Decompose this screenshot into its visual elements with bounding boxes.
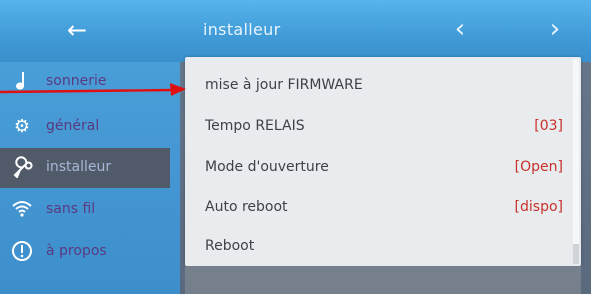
sidebar-item-a-propos[interactable]: à propos [0, 232, 170, 272]
row-value: [Open] [514, 159, 563, 175]
sidebar-item-label: général [46, 118, 100, 134]
row-value: [dispo] [514, 199, 563, 215]
sidebar-item-label: sans fil [46, 201, 96, 217]
device-screen: ← installeur ‹ › sonnerie ⚙ général inst… [0, 0, 591, 294]
annotation-arrow-icon [0, 83, 186, 96]
sidebar-item-label: installeur [46, 159, 112, 175]
next-page-button[interactable]: › [540, 12, 570, 46]
arrow-left-icon: ← [66, 16, 88, 44]
info-icon [10, 240, 34, 264]
scrollbar-thumb[interactable] [573, 59, 579, 244]
sidebar-item-sans-fil[interactable]: sans fil [0, 190, 170, 230]
settings-list: mise à jour FIRMWARE Tempo RELAIS [03] M… [185, 57, 581, 266]
row-label: Tempo RELAIS [205, 118, 305, 134]
settings-row-auto-reboot[interactable]: Auto reboot [dispo] [185, 188, 573, 228]
bottom-bezel [185, 266, 581, 294]
header-bar: ← installeur ‹ › [0, 0, 591, 62]
row-value: [03] [534, 118, 563, 134]
sidebar-item-label: à propos [46, 243, 107, 259]
previous-page-button[interactable]: ‹ [445, 12, 475, 46]
back-button[interactable]: ← [60, 14, 94, 46]
settings-row-tempo-relais[interactable]: Tempo RELAIS [03] [185, 107, 573, 147]
wrench-icon [10, 156, 34, 180]
row-label: mise à jour FIRMWARE [205, 77, 363, 93]
sidebar-item-general[interactable]: ⚙ général [0, 107, 170, 147]
scrollbar[interactable] [573, 59, 579, 264]
settings-row-firmware-update[interactable]: mise à jour FIRMWARE [185, 66, 573, 106]
row-label: Reboot [205, 238, 255, 254]
row-label: Mode d'ouverture [205, 159, 329, 175]
chevron-left-icon: ‹ [454, 14, 466, 44]
wifi-icon [10, 198, 34, 222]
settings-row-mode-ouverture[interactable]: Mode d'ouverture [Open] [185, 148, 573, 188]
sidebar-item-installeur[interactable]: installeur [0, 148, 170, 188]
settings-row-reboot[interactable]: Reboot [185, 227, 573, 267]
page-title: installeur [203, 20, 281, 39]
row-label: Auto reboot [205, 199, 288, 215]
chevron-right-icon: › [549, 14, 561, 44]
gear-icon: ⚙ [13, 116, 31, 137]
